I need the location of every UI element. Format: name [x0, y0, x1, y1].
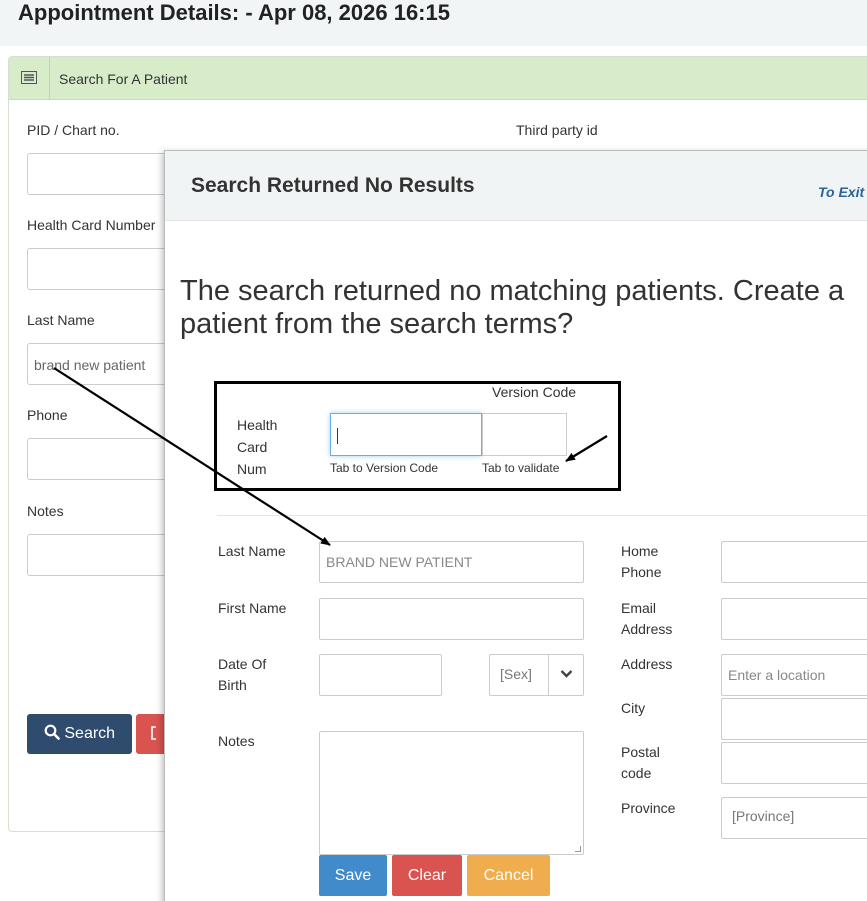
- third-party-id-label: Third party id: [516, 122, 598, 138]
- form-divider: [217, 515, 867, 516]
- form-notes-textarea[interactable]: [319, 731, 584, 855]
- modal-message: The search returned no matching patients…: [180, 275, 845, 340]
- panel-icon-box[interactable]: [9, 57, 50, 100]
- health-card-number-label: Health Card Number: [27, 217, 156, 233]
- sex-select-toggle[interactable]: [548, 655, 584, 695]
- search-icon: [44, 724, 60, 740]
- notes-input[interactable]: [27, 534, 177, 576]
- no-results-modal: Search Returned No Results To Exit The s…: [164, 150, 867, 901]
- last-name-input[interactable]: brand new patient: [27, 343, 177, 385]
- form-province-label: Province: [621, 800, 676, 816]
- form-home-phone-label: Home Phone: [621, 543, 662, 580]
- form-email-label: Email Address: [621, 600, 673, 637]
- form-address-input[interactable]: Enter a location: [721, 654, 867, 696]
- form-dob-input[interactable]: [319, 654, 442, 696]
- list-icon: [21, 71, 37, 84]
- search-button[interactable]: Search: [27, 714, 132, 754]
- modal-title: Search Returned No Results: [191, 174, 475, 197]
- pid-label: PID / Chart no.: [27, 122, 120, 138]
- notes-label: Notes: [27, 503, 64, 519]
- clear-button[interactable]: Clear: [392, 855, 462, 896]
- last-name-label: Last Name: [27, 312, 95, 328]
- form-last-name-label: Last Name: [218, 543, 286, 559]
- sex-select[interactable]: [Sex]: [489, 654, 584, 696]
- health-card-number-input[interactable]: [27, 248, 177, 290]
- phone-label: Phone: [27, 407, 68, 423]
- health-card-box: Version Code Health Card Num Tab to Vers…: [214, 381, 621, 491]
- form-first-name-input[interactable]: [319, 598, 584, 640]
- version-code-input[interactable]: [482, 413, 567, 456]
- form-notes-label: Notes: [218, 733, 255, 749]
- form-city-input[interactable]: [721, 698, 867, 740]
- search-button-label: Search: [64, 724, 116, 742]
- resize-grip-icon[interactable]: [575, 846, 581, 852]
- page-header: Appointment Details: - Apr 08, 2026 16:1…: [0, 0, 867, 46]
- form-province-select[interactable]: [Province]: [721, 797, 867, 839]
- modal-header: Search Returned No Results To Exit: [165, 151, 867, 221]
- cancel-button[interactable]: Cancel: [467, 855, 550, 896]
- health-card-num-input[interactable]: [330, 413, 482, 456]
- form-city-label: City: [621, 700, 646, 716]
- hint-version-code: Tab to Version Code: [330, 461, 439, 475]
- hint-validate: Tab to validate: [482, 461, 560, 475]
- form-home-phone-input[interactable]: [721, 541, 867, 583]
- form-email-input[interactable]: [721, 598, 867, 640]
- save-button[interactable]: Save: [319, 855, 387, 896]
- form-dob-label: Date Of Birth: [218, 656, 267, 693]
- health-card-num-label: Health Card Num: [237, 417, 278, 477]
- phone-input[interactable]: [27, 438, 177, 480]
- form-address-label: Address: [621, 656, 673, 672]
- version-code-label: Version Code: [492, 384, 577, 400]
- form-first-name-label: First Name: [218, 600, 287, 616]
- pid-input[interactable]: [27, 153, 177, 195]
- form-postal-code-input[interactable]: [721, 742, 867, 784]
- form-postal-code-label: Postal code: [621, 744, 660, 781]
- page-title: Appointment Details: - Apr 08, 2026 16:1…: [18, 0, 450, 25]
- modal-exit-link[interactable]: To Exit: [818, 184, 864, 200]
- panel-title: Search For A Patient: [59, 71, 188, 87]
- panel-heading: Search For A Patient: [9, 57, 867, 100]
- chevron-down-icon: [560, 670, 573, 678]
- sex-select-value: [Sex]: [500, 666, 532, 682]
- text-caret: [337, 428, 338, 444]
- form-last-name-input[interactable]: BRAND NEW PATIENT: [319, 541, 584, 583]
